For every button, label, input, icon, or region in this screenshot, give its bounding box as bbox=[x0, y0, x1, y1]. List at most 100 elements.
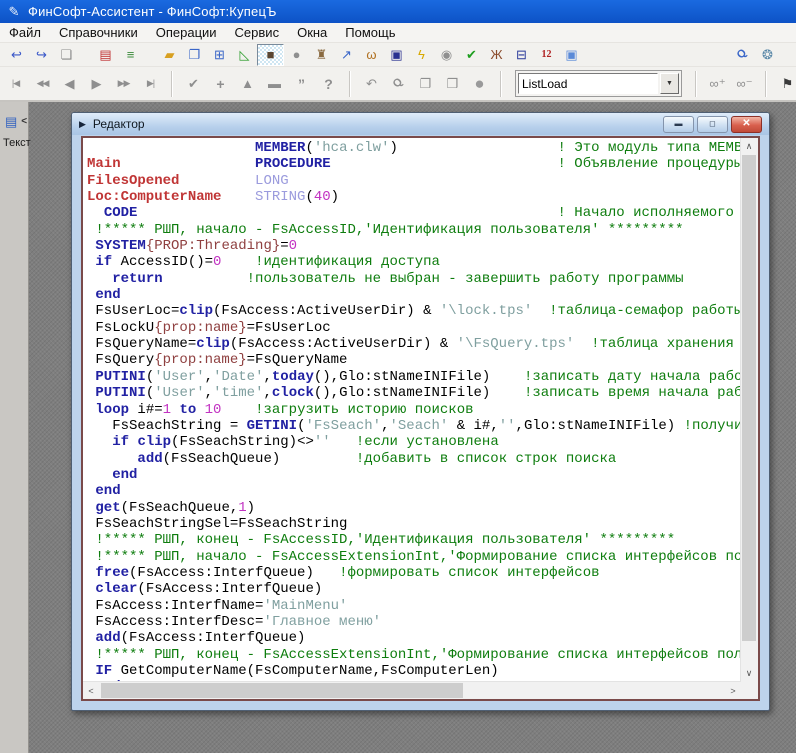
menu-help[interactable]: Помощь bbox=[336, 23, 404, 42]
lightning-icon[interactable]: ϟ bbox=[409, 45, 434, 65]
calendar-12-icon[interactable]: 12 bbox=[534, 45, 559, 65]
balloon-icon[interactable]: ● bbox=[284, 45, 309, 65]
horizontal-scroll-thumb[interactable] bbox=[101, 683, 463, 698]
menu-references[interactable]: Справочники bbox=[50, 23, 147, 42]
balloon-fast-icon[interactable]: ◉ bbox=[434, 45, 459, 65]
scroll-left-icon[interactable]: < bbox=[83, 682, 99, 699]
code-area[interactable]: MEMBER('hca.clw') ! Это модуль типа MEMB… bbox=[83, 138, 741, 682]
prev-page-icon: ◀◀ bbox=[29, 71, 56, 97]
last-record-icon: ▶| bbox=[137, 71, 164, 97]
copy-icon: ❐ bbox=[412, 71, 439, 97]
group-procedure: ListLoad▼ bbox=[509, 67, 688, 100]
printer-icon[interactable]: ⊟ bbox=[509, 45, 534, 65]
debug-icon[interactable]: Ж bbox=[484, 45, 509, 65]
toolbar-separator bbox=[79, 42, 93, 68]
save-floppy-icon[interactable]: ▣ bbox=[384, 45, 409, 65]
code-line: clear(FsAccess:InterfQueue) bbox=[87, 581, 741, 597]
menu-file[interactable]: Файл bbox=[0, 23, 50, 42]
group-reference: ▤≡ bbox=[93, 43, 143, 66]
scroll-down-icon[interactable]: ∨ bbox=[741, 665, 757, 682]
code-line: Main PROCEDURE ! Объявление процедуры bbox=[87, 156, 741, 172]
confirm-icon: ✔ bbox=[180, 71, 207, 97]
change-icon: ▲ bbox=[234, 71, 261, 97]
forward-window-icon[interactable]: ↪ bbox=[29, 45, 54, 65]
menu-windows[interactable]: Окна bbox=[288, 23, 336, 42]
group-misc: ⚑▨ bbox=[774, 67, 796, 100]
menu-service[interactable]: Сервис bbox=[226, 23, 289, 42]
dock-label: Текст bbox=[0, 128, 28, 149]
check-ok-icon[interactable]: ✔ bbox=[459, 45, 484, 65]
next-page-icon: ▶▶ bbox=[110, 71, 137, 97]
new-document-icon[interactable]: ❏ bbox=[54, 45, 79, 65]
help-icon: ? bbox=[315, 71, 342, 97]
image-settings-icon[interactable]: ❂ bbox=[755, 45, 780, 65]
code-line: MEMBER('hca.clw') ! Это модуль типа MEMB… bbox=[87, 140, 741, 156]
floppy-blue-icon[interactable]: ▣ bbox=[559, 45, 584, 65]
code-line: CODE ! Начало исполняемого кода bbox=[87, 205, 741, 221]
close-button[interactable]: ✕ bbox=[731, 116, 762, 133]
code-line: return !пользователь не выбран - заверши… bbox=[87, 271, 741, 287]
editor-client: MEMBER('hca.clw') ! Это модуль типа MEMB… bbox=[81, 136, 760, 701]
window-find-icon[interactable]: Q bbox=[730, 45, 755, 65]
prev-record-icon: ◀ bbox=[56, 71, 83, 97]
procedure-combo-value[interactable]: ListLoad bbox=[518, 73, 658, 94]
first-record-icon: |◀ bbox=[2, 71, 29, 97]
mdi-area: ▤ < Текст ▶ Редактор ▬ ◻ ✕ MEMBER('hca.c… bbox=[0, 102, 796, 753]
code-line: end bbox=[87, 287, 741, 303]
list-form-icon[interactable]: ≡ bbox=[118, 45, 143, 65]
toolbar-separator bbox=[171, 71, 173, 97]
maximize-button[interactable]: ◻ bbox=[697, 116, 728, 133]
code-line: PUTINI('User','Date',today(),Glo:stNameI… bbox=[87, 369, 741, 385]
code-line: get(FsSeachQueue,1) bbox=[87, 500, 741, 516]
toolbar-separator bbox=[695, 71, 697, 97]
code-line: FsSeachStringSel=FsSeachString bbox=[87, 516, 741, 532]
editor-window: ▶ Редактор ▬ ◻ ✕ MEMBER('hca.clw') ! Это… bbox=[71, 112, 770, 711]
menu-operations[interactable]: Операции bbox=[147, 23, 226, 42]
collapse-chevron-icon[interactable]: < bbox=[21, 116, 27, 127]
set-square-icon[interactable]: ◺ bbox=[232, 45, 257, 65]
code-line: end bbox=[87, 467, 741, 483]
vertical-scrollbar: ∧ ∨ bbox=[740, 138, 758, 682]
code-line: Loc:ComputerName STRING(40) bbox=[87, 189, 741, 205]
editor-window-icon: ▶ bbox=[79, 120, 86, 129]
open-book-icon[interactable]: ω bbox=[359, 45, 384, 65]
app-window: ✎ ФинСофт-Ассистент - ФинСофт:КупецЪ Фай… bbox=[0, 0, 796, 753]
combo-dropdown-icon[interactable]: ▼ bbox=[660, 73, 679, 94]
code-line: FsAccess:InterfName='MainMenu' bbox=[87, 598, 741, 614]
minimize-button[interactable]: ▬ bbox=[663, 116, 694, 133]
window-title: ФинСофт-Ассистент - ФинСофт:КупецЪ bbox=[28, 4, 277, 19]
code-line: FsUserLoc=clip(FsAccess:ActiveUserDir) &… bbox=[87, 303, 741, 319]
code-line: SYSTEM{PROP:Threading}=0 bbox=[87, 238, 741, 254]
scroll-right-icon[interactable]: > bbox=[725, 682, 741, 699]
code-line: if AccessID()=0 !идентификация доступа bbox=[87, 254, 741, 270]
group-tools: ▰❐⊞◺■●♜↗ω▣ϟ◉✔Ж⊟12▣ bbox=[157, 43, 584, 66]
code-line: FsQueryName=clip(FsAccess:ActiveUserDir)… bbox=[87, 336, 741, 352]
text-dock: ▤ < Текст bbox=[0, 102, 29, 753]
fountain-icon[interactable]: ♜ bbox=[309, 45, 334, 65]
toolbar-separator bbox=[765, 71, 767, 97]
app-titlebar: ✎ ФинСофт-Ассистент - ФинСофт:КупецЪ bbox=[0, 0, 796, 23]
image-viewer-icon[interactable]: ■ bbox=[257, 44, 284, 66]
cascade-icon: ❒ bbox=[439, 71, 466, 97]
open-folder-icon[interactable]: ▰ bbox=[157, 45, 182, 65]
group-records: |◀◀◀◀▶▶▶▶| bbox=[2, 67, 164, 100]
code-line: FsAccess:InterfDesc='Главное меню' bbox=[87, 614, 741, 630]
network-computers-icon[interactable]: ⊞ bbox=[207, 45, 232, 65]
text-document-icon[interactable]: ▤ bbox=[5, 115, 17, 128]
document-window-icon[interactable]: ❐ bbox=[182, 45, 207, 65]
vertical-scroll-thumb[interactable] bbox=[742, 155, 756, 641]
procedure-combo: ListLoad▼ bbox=[515, 70, 682, 97]
address-book-icon[interactable]: ▤ bbox=[93, 45, 118, 65]
nav-toolbar: |◀◀◀◀▶▶▶▶|✔+▲▬”?↶Q❐❒●ListLoad▼∞⁺∞⁻⚑▨ bbox=[0, 67, 796, 102]
code-line: end bbox=[87, 483, 741, 499]
toolbar-separator bbox=[500, 71, 502, 97]
editor-titlebar[interactable]: ▶ Редактор ▬ ◻ ✕ bbox=[72, 113, 769, 135]
flag-icon[interactable]: ⚑ bbox=[774, 71, 796, 97]
horizontal-scrollbar: < > bbox=[83, 681, 741, 699]
scroll-up-icon[interactable]: ∧ bbox=[741, 138, 757, 155]
next-record-icon: ▶ bbox=[83, 71, 110, 97]
back-window-icon[interactable]: ↩ bbox=[4, 45, 29, 65]
shortcut-window-icon[interactable]: ↗ bbox=[334, 45, 359, 65]
binoculars-remove-icon: ∞⁻ bbox=[731, 71, 758, 97]
group-edit: ✔+▲▬”? bbox=[180, 67, 342, 100]
